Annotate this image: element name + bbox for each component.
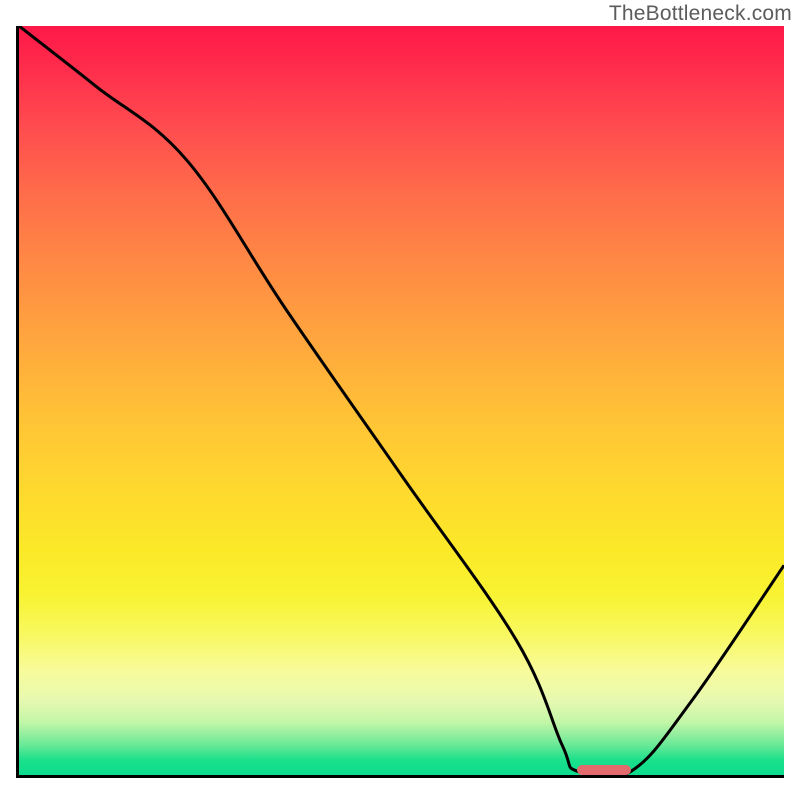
watermark-text: TheBottleneck.com	[609, 2, 792, 26]
curve-path	[19, 26, 784, 775]
bottleneck-curve	[19, 26, 784, 775]
plot-area	[16, 26, 784, 778]
optimal-range-marker	[577, 765, 631, 775]
chart-container: TheBottleneck.com	[0, 0, 800, 800]
